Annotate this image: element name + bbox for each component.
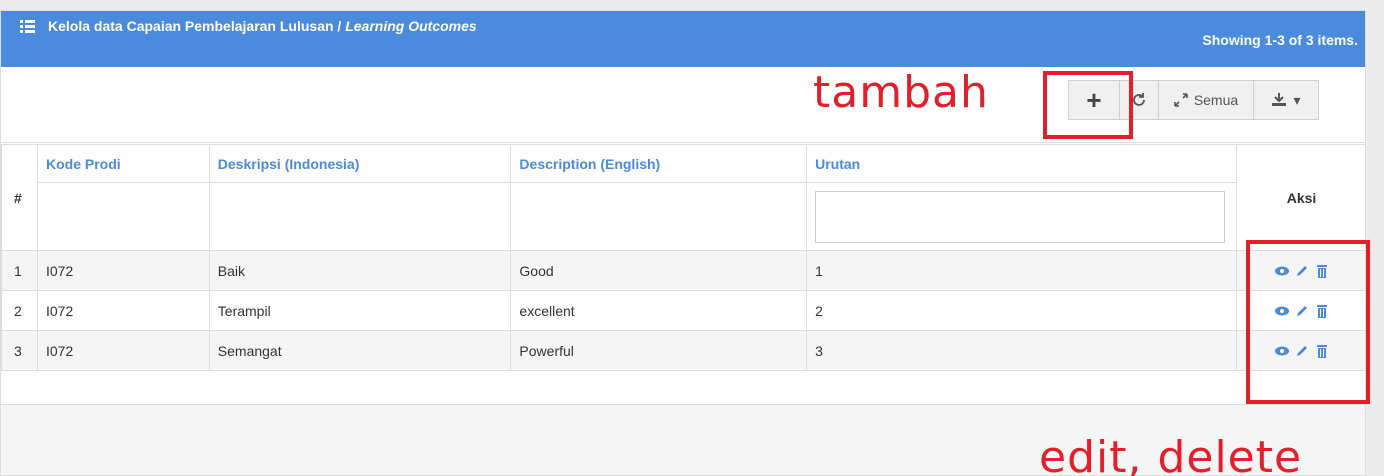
cell-deskripsi: Baik	[208, 250, 512, 291]
cell-urutan: 1	[806, 250, 1238, 291]
filter-cell-deskripsi	[208, 182, 512, 251]
table-row: 2 I072 Terampil excellent 2	[1, 290, 1365, 331]
annotation-tambah: tambah	[813, 67, 989, 118]
row-number: 3	[1, 330, 38, 371]
annotation-edit-delete: edit, delete	[1039, 432, 1303, 476]
export-icon	[1272, 93, 1287, 106]
cell-urutan: 3	[806, 330, 1238, 371]
table-row: 3 I072 Semangat Powerful 3	[1, 330, 1365, 371]
cell-description: Good	[510, 250, 808, 291]
column-header-aksi: Aksi	[1236, 144, 1365, 251]
filter-cell-description	[510, 182, 808, 251]
show-all-button[interactable]: Semua	[1158, 80, 1254, 120]
cell-kode-prodi: I072	[36, 330, 210, 371]
cell-kode-prodi: I072	[36, 250, 210, 291]
cell-urutan: 2	[806, 290, 1238, 331]
row-number: 2	[1, 290, 38, 331]
page-title: Kelola data Capaian Pembelajaran Lulusan…	[48, 18, 477, 34]
filter-cell-urutan	[806, 182, 1238, 251]
column-header-number: #	[1, 144, 38, 251]
column-header-kode-prodi[interactable]: Kode Prodi	[36, 144, 210, 183]
outcomes-table: # Kode Prodi Deskripsi (Indonesia) Descr…	[1, 144, 1365, 371]
toolbar-row: tambah + Semua ▾	[1, 67, 1365, 143]
column-header-urutan[interactable]: Urutan	[806, 144, 1238, 183]
panel-heading: Kelola data Capaian Pembelajaran Lulusan…	[1, 11, 1365, 67]
export-button[interactable]: ▾	[1253, 80, 1319, 120]
table-row: 1 I072 Baik Good 1	[1, 250, 1365, 291]
list-icon	[20, 20, 35, 33]
items-summary: Showing 1-3 of 3 items.	[1202, 32, 1358, 48]
cell-description: Powerful	[510, 330, 808, 371]
caret-down-icon: ▾	[1293, 91, 1301, 108]
show-all-label: Semua	[1193, 92, 1239, 108]
expand-icon	[1174, 93, 1188, 107]
row-number: 1	[1, 250, 38, 291]
highlight-add-box	[1043, 71, 1133, 139]
column-header-description[interactable]: Description (English)	[510, 144, 808, 183]
filter-cell-kode	[36, 182, 210, 251]
cell-deskripsi: Terampil	[208, 290, 512, 331]
page-title-text: Kelola data Capaian Pembelajaran Lulusan…	[48, 18, 346, 34]
cell-deskripsi: Semangat	[208, 330, 512, 371]
highlight-actions-box	[1246, 240, 1370, 404]
cell-kode-prodi: I072	[36, 290, 210, 331]
learning-outcomes-panel: Kelola data Capaian Pembelajaran Lulusan…	[0, 10, 1366, 476]
page-title-italic: Learning Outcomes	[345, 18, 477, 34]
column-header-deskripsi[interactable]: Deskripsi (Indonesia)	[208, 144, 512, 183]
urutan-filter-input[interactable]	[815, 190, 1226, 243]
refresh-icon	[1133, 93, 1145, 106]
cell-description: excellent	[510, 290, 808, 331]
